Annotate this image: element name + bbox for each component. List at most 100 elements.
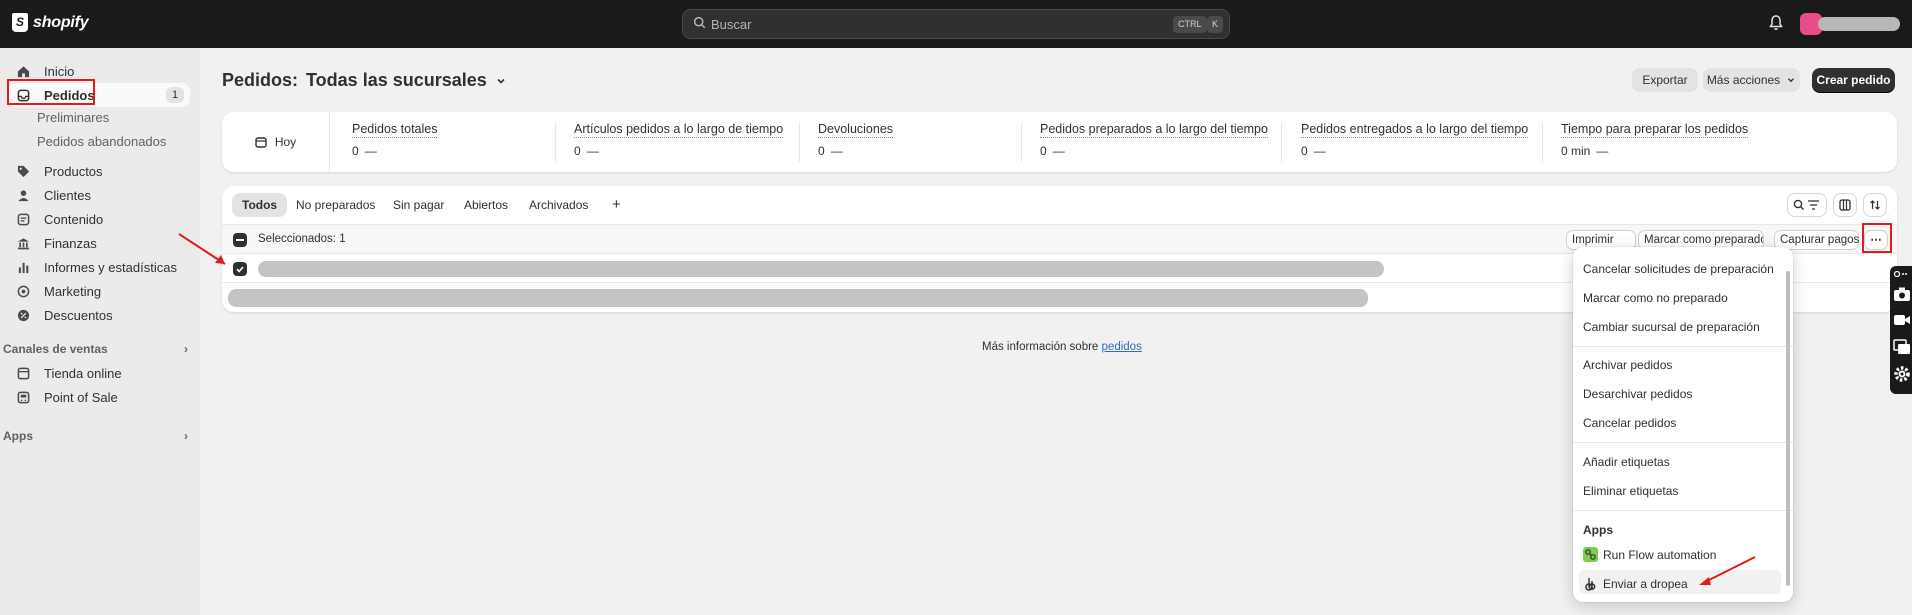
menu-item-add-tags[interactable]: Añadir etiquetas [1583,455,1670,469]
menu-scrollbar[interactable] [1786,271,1790,586]
divider [555,122,556,162]
tag-icon [16,164,30,178]
sidebar-item-label: Marketing [44,283,102,299]
sidebar-item-label: Contenido [44,211,104,227]
shopify-logo[interactable]: shopify [12,13,89,32]
orders-help-link[interactable]: pedidos [1102,341,1142,353]
sidebar-item-label: Clientes [44,187,91,203]
metric-value-row: 0— [1040,144,1268,158]
sidebar-item-clientes[interactable]: Clientes [8,183,190,207]
row-checkbox[interactable] [233,262,247,276]
sidebar-item-productos[interactable]: Productos [8,159,190,183]
select-all-checkbox[interactable] [233,233,247,247]
apps-heading[interactable]: Apps › [3,429,188,443]
search-filter-button[interactable] [1787,193,1827,217]
target-icon [16,284,30,298]
chevron-right-icon: › [184,429,188,443]
more-actions-button[interactable]: Más acciones [1703,68,1800,92]
check-icon [236,266,244,273]
divider [799,122,800,162]
metric-orders-prepared[interactable]: Pedidos preparados a lo largo del tiempo… [1040,122,1268,158]
orders-count-badge: 1 [166,87,184,103]
date-range-button[interactable]: Hoy [222,112,330,172]
add-view-button[interactable]: + [602,193,631,217]
chevron-down-icon[interactable] [495,75,507,87]
sidebar-subitem-preliminares[interactable]: Preliminares [37,110,109,125]
tab-abiertos[interactable]: Abiertos [454,193,518,217]
more-actions-menu: Cancelar solicitudes de preparación Marc… [1573,247,1793,602]
tab-archivados[interactable]: Archivados [519,193,598,217]
sidebar-item-label: Informes y estadísticas [44,259,177,275]
apps-label: Apps [3,429,33,443]
metric-value: 0 [352,144,359,158]
menu-item-enviar-dropea[interactable]: Enviar a dropea [1583,576,1688,591]
menu-item-cancel-prep-requests[interactable]: Cancelar solicitudes de preparación [1583,262,1774,276]
dash-icon: — [364,144,377,158]
metric-label: Pedidos entregados a lo largo del tiempo [1301,122,1529,138]
menu-apps-heading: Apps [1583,523,1613,537]
page-title-text: Pedidos: [222,70,299,90]
windows-icon[interactable] [1893,339,1911,355]
annotation-arrow-dropea [1699,556,1756,585]
menu-item-change-prep-location[interactable]: Cambiar sucursal de preparación [1583,320,1760,334]
tab-no-preparados[interactable]: No preparados [286,193,385,217]
calendar-icon [255,137,267,148]
sidebar-item-informes[interactable]: Informes y estadísticas [8,255,190,279]
more-actions-label: Más acciones [1706,73,1781,87]
menu-item-mark-unprepared[interactable]: Marcar como no preparado [1583,291,1728,305]
search-box[interactable]: CTRL K [682,9,1230,39]
search-input[interactable] [711,15,1131,33]
menu-item-archive-orders[interactable]: Archivar pedidos [1583,358,1672,372]
video-icon[interactable] [1893,313,1911,327]
tab-sin-pagar[interactable]: Sin pagar [383,193,454,217]
metric-orders-delivered[interactable]: Pedidos entregados a lo largo del tiempo… [1301,122,1529,158]
sort-icon [1870,200,1880,210]
columns-button[interactable] [1833,193,1857,217]
metric-prep-time[interactable]: Tiempo para preparar los pedidos 0 min — [1561,122,1749,158]
annotation-box-pedidos [7,79,95,105]
sidebar-item-tienda-online[interactable]: Tienda online [8,361,190,385]
menu-item-unarchive-orders[interactable]: Desarchivar pedidos [1583,387,1692,401]
sidebar-item-finanzas[interactable]: Finanzas [8,231,190,255]
sidebar-item-point-of-sale[interactable]: Point of Sale [8,385,190,409]
shortcut-ctrl-key: CTRL [1173,16,1207,33]
metric-label: Pedidos preparados a lo largo del tiempo [1040,122,1268,138]
menu-divider [1573,346,1793,347]
sidebar-subitem-abandonados[interactable]: Pedidos abandonados [37,134,166,149]
discount-icon [16,308,30,322]
metric-value: 0 min [1561,144,1591,158]
metric-returns[interactable]: Devoluciones 0— [818,122,894,158]
tab-todos[interactable]: Todos [232,193,288,217]
bar-chart-icon [16,260,30,274]
sales-channels-heading[interactable]: Canales de ventas › [3,342,188,356]
location-selector[interactable]: Todas las sucursales [306,70,487,91]
sort-button[interactable] [1863,193,1887,217]
search-filter-icon [1793,199,1819,210]
sidebar-item-descuentos[interactable]: Descuentos [8,303,190,327]
sidebar-item-label: Descuentos [44,307,113,323]
menu-item-cancel-orders[interactable]: Cancelar pedidos [1583,416,1676,430]
divider [1021,122,1022,162]
store-icon [16,366,30,380]
dash-icon: — [830,144,843,158]
dash-icon: — [1313,144,1326,158]
chevron-right-icon: › [184,342,188,356]
divider [1542,122,1543,162]
pin-icon[interactable] [1893,269,1909,279]
export-button[interactable]: Exportar [1632,68,1698,92]
bell-icon[interactable] [1768,14,1784,32]
metric-items-ordered[interactable]: Artículos pedidos a lo largo de tiempo 0… [574,122,784,158]
metric-value-row: 0— [574,144,783,158]
store-name-redacted[interactable] [1818,17,1900,31]
create-order-button[interactable]: Crear pedido [1812,68,1895,92]
chevron-down-icon [1788,78,1795,83]
camera-icon[interactable] [1893,286,1911,302]
sidebar-item-label: Productos [44,163,103,179]
metric-total-orders[interactable]: Pedidos totales 0— [352,122,438,158]
menu-item-remove-tags[interactable]: Eliminar etiquetas [1583,484,1678,498]
sidebar-item-marketing[interactable]: Marketing [8,279,190,303]
gear-icon[interactable] [1893,365,1911,383]
sidebar-item-contenido[interactable]: Contenido [8,207,190,231]
metric-value: 0 [1301,144,1308,158]
sales-channels-label: Canales de ventas [3,342,108,356]
